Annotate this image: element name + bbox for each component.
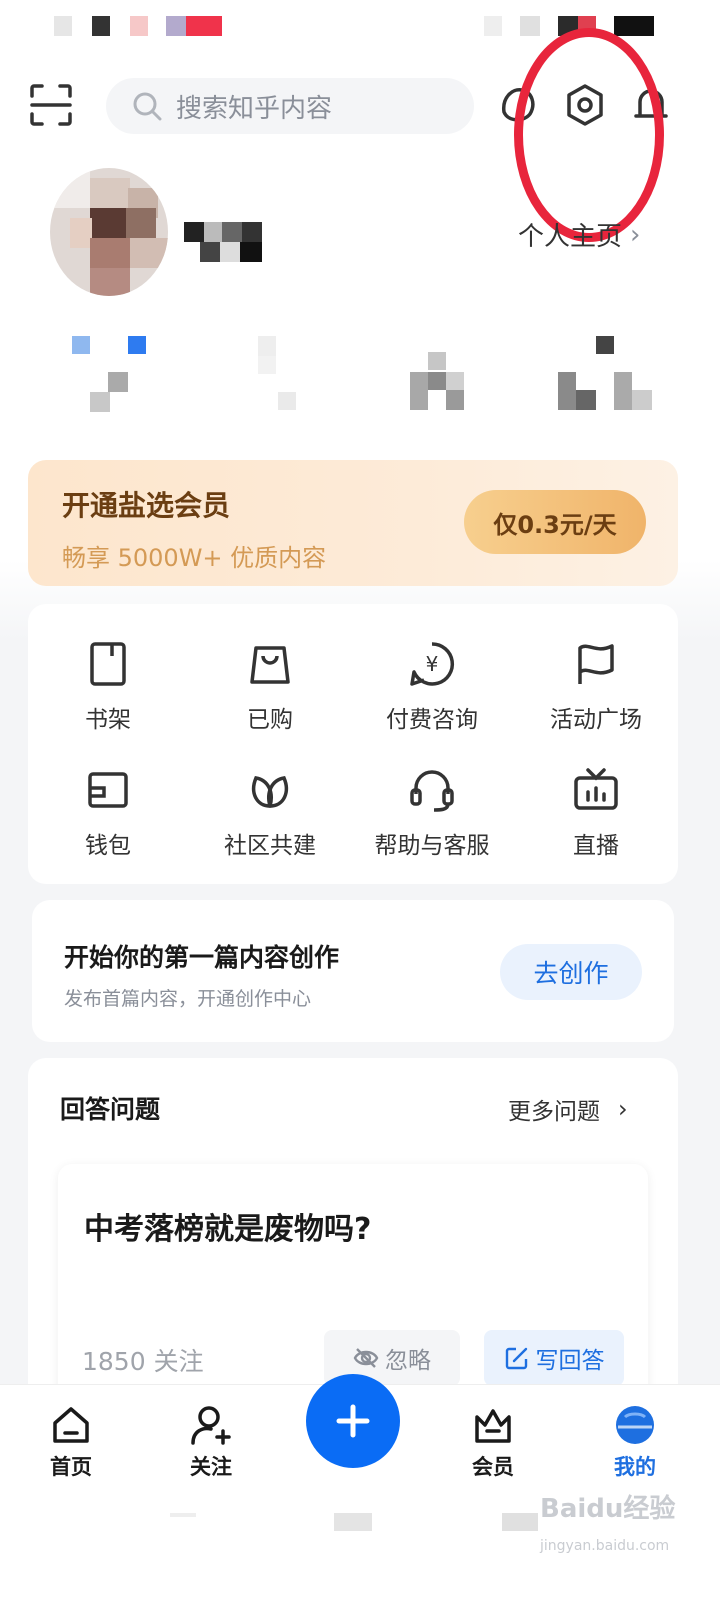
tool-label: 社区共建 (224, 833, 316, 859)
tool-label: 已购 (247, 707, 293, 733)
stat-item[interactable] (70, 330, 170, 414)
avatar[interactable] (50, 168, 168, 296)
profile-homepage-link[interactable]: 个人主页 › (518, 216, 640, 253)
stat-item[interactable] (408, 330, 508, 414)
nav-me[interactable]: 我的 (590, 1403, 680, 1481)
question-followers: 1850 关注 (82, 1347, 204, 1376)
home-icon (53, 1407, 89, 1443)
nav-label: 首页 (50, 1455, 92, 1479)
community-icon (251, 776, 289, 808)
section-title: 回答问题 (60, 1095, 161, 1124)
chevron-right-icon: › (630, 219, 641, 250)
question-title[interactable]: 中考落榜就是废物吗? (84, 1204, 371, 1248)
create-content-card: 开始你的第一篇内容创作 发布首篇内容，开通创作中心 去创作 (32, 900, 674, 1042)
vip-subtitle: 畅享 5000W+ 优质内容 (62, 544, 327, 572)
edit-icon (505, 1347, 527, 1370)
follow-icon (191, 1406, 231, 1445)
search-placeholder: 搜索知乎内容 (176, 93, 333, 124)
eye-off-icon (353, 1348, 379, 1368)
create-subtitle: 发布首篇内容，开通创作中心 (64, 988, 312, 1010)
plus-icon (336, 1404, 370, 1438)
nav-vip[interactable]: 会员 (448, 1403, 538, 1481)
write-answer-button[interactable]: 写回答 (484, 1330, 624, 1386)
username (184, 222, 264, 262)
tool-live[interactable]: 直播 (516, 766, 676, 860)
create-title: 开始你的第一篇内容创作 (64, 943, 340, 972)
chevron-right-icon: › (618, 1095, 628, 1123)
headset-icon (410, 770, 454, 812)
more-questions-label: 更多问题 (508, 1099, 600, 1125)
stat-item[interactable] (556, 330, 656, 414)
flag-icon (578, 644, 614, 684)
paid-consult-icon: ¥ (410, 642, 455, 686)
highlight-annotation-circle (514, 28, 664, 242)
scan-button[interactable] (28, 82, 74, 128)
write-answer-label: 写回答 (535, 1348, 605, 1374)
tool-paid-consult[interactable]: ¥ 付费咨询 (352, 640, 512, 734)
tool-help[interactable]: 帮助与客服 (352, 766, 512, 860)
vip-icon (475, 1409, 511, 1443)
shopping-bag-icon (250, 646, 290, 684)
ignore-label: 忽略 (385, 1348, 431, 1374)
more-questions-link[interactable]: 更多问题 › (508, 1092, 628, 1126)
vip-title: 开通盐选会员 (62, 489, 231, 522)
tool-events[interactable]: 活动广场 (516, 640, 676, 734)
tool-purchased[interactable]: 已购 (190, 640, 350, 734)
go-create-button[interactable]: 去创作 (500, 944, 642, 1000)
tool-bookshelf[interactable]: 书架 (28, 640, 188, 734)
tool-community[interactable]: 社区共建 (190, 766, 350, 860)
nav-label: 会员 (472, 1455, 514, 1479)
tool-label: 付费咨询 (386, 707, 478, 733)
me-icon (616, 1406, 654, 1444)
svg-text:¥: ¥ (426, 652, 439, 676)
watermark-url: jingyan.baidu.com (540, 1538, 670, 1554)
bookshelf-icon (90, 642, 126, 686)
tv-icon (574, 768, 618, 810)
vip-banner[interactable]: 开通盐选会员 畅享 5000W+ 优质内容 仅0.3元/天 (28, 460, 678, 586)
tool-label: 钱包 (85, 833, 131, 859)
tool-label: 活动广场 (550, 707, 642, 733)
tool-label: 书架 (85, 707, 131, 733)
nav-home[interactable]: 首页 (26, 1403, 116, 1481)
create-plus-button[interactable] (306, 1374, 400, 1468)
profile-homepage-label: 个人主页 (518, 222, 623, 252)
search-input[interactable]: 搜索知乎内容 (106, 78, 474, 134)
stat-item[interactable] (240, 330, 340, 414)
vip-subscribe-button[interactable]: 仅0.3元/天 (464, 490, 646, 554)
scan-icon (30, 84, 72, 126)
nav-label: 我的 (614, 1455, 656, 1479)
search-icon (133, 92, 162, 121)
watermark-brand: Baidu经验 (540, 1494, 676, 1524)
nav-follow[interactable]: 关注 (166, 1403, 256, 1481)
tool-wallet[interactable]: 钱包 (28, 766, 188, 860)
tool-label: 帮助与客服 (374, 833, 490, 859)
avatar-image (50, 168, 168, 296)
tool-label: 直播 (573, 833, 619, 859)
tools-grid: 书架 已购 ¥ 付费咨询 活动广场 钱包 社区共建 帮助与客服 直播 (28, 604, 678, 884)
nav-label: 关注 (190, 1455, 232, 1479)
wallet-icon (88, 772, 128, 808)
